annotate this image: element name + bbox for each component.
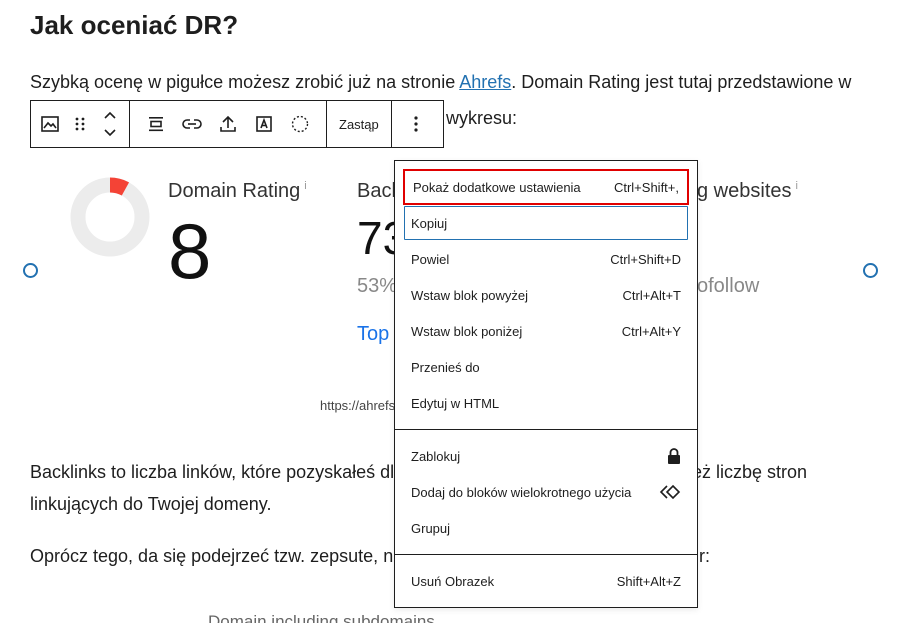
info-icon: i	[795, 180, 798, 193]
reusable-block-icon	[659, 484, 681, 500]
domain-rating-value: 8	[168, 207, 212, 295]
menu-item-shortcut: Shift+Alt+Z	[616, 573, 681, 589]
menu-item-duplicate[interactable]: Powiel Ctrl+Shift+D	[395, 241, 697, 277]
menu-section-remove: Usuń Obrazek Shift+Alt+Z	[395, 555, 697, 607]
referring-websites-label: g websites i	[697, 180, 798, 203]
align-icon[interactable]	[138, 101, 174, 147]
domain-rating-donut	[70, 177, 150, 257]
menu-section-main: Pokaż dodatkowe ustawienia Ctrl+Shift+, …	[395, 161, 697, 430]
upload-icon[interactable]	[210, 101, 246, 147]
menu-item-label: Zablokuj	[411, 448, 461, 464]
menu-item-shortcut: Ctrl+Shift+,	[613, 179, 679, 195]
paragraph-3-right: r:	[699, 546, 710, 566]
menu-item-label: Usuń Obrazek	[411, 573, 495, 589]
image-2-caption: Domain including subdomains	[208, 612, 435, 623]
toolbar-group-block	[31, 101, 130, 147]
menu-item-label: Pokaż dodatkowe ustawienia	[413, 179, 581, 195]
menu-item-shortcut: Ctrl+Alt+T	[622, 287, 681, 303]
image-caption-url: https://ahrefs	[320, 398, 396, 413]
menu-item-add-reusable[interactable]: Dodaj do bloków wielokrotnego użycia	[395, 474, 697, 510]
menu-item-label: Dodaj do bloków wielokrotnego użycia	[411, 484, 632, 500]
top-link: Top	[357, 323, 390, 345]
menu-item-label: Przenieś do	[411, 359, 480, 375]
nofollow-text: ofollow	[697, 275, 760, 297]
menu-item-remove-image[interactable]: Usuń Obrazek Shift+Alt+Z	[395, 563, 697, 599]
donut-track	[70, 177, 150, 257]
menu-item-label: Wstaw blok powyżej	[411, 287, 529, 303]
resize-handle-right[interactable]	[863, 263, 878, 278]
menu-item-group[interactable]: Grupuj	[395, 510, 697, 546]
drag-handle-icon[interactable]	[65, 101, 95, 147]
menu-item-edit-html[interactable]: Edytuj w HTML	[395, 385, 697, 421]
paragraph-1: Szybką ocenę w pigułce możesz zrobić już…	[30, 72, 851, 93]
move-up-down-icon[interactable]	[95, 101, 125, 147]
toolbar-group-options	[392, 101, 440, 147]
toolbar-group-tools	[130, 101, 327, 147]
more-options-icon[interactable]	[392, 101, 440, 147]
menu-item-show-more-settings[interactable]: Pokaż dodatkowe ustawienia Ctrl+Shift+,	[403, 169, 689, 205]
menu-item-copy[interactable]: Kopiuj	[403, 205, 689, 241]
backlinks-percent: 53%	[357, 275, 398, 297]
paragraph-1-text-after: . Domain Rating jest tutaj przedstawione…	[511, 72, 852, 92]
link-icon[interactable]	[174, 101, 210, 147]
crop-circle-icon[interactable]	[282, 101, 318, 147]
resize-handle-left[interactable]	[23, 263, 38, 278]
lock-icon	[668, 448, 680, 464]
paragraph-2-right: eż liczbę stron	[692, 462, 808, 482]
page-heading: Jak oceniać DR?	[30, 10, 239, 40]
toolbar-group-replace: Zastąp	[327, 101, 392, 147]
menu-section-block-actions: Zablokuj Dodaj do bloków wielokrotnego u…	[395, 430, 697, 555]
menu-item-shortcut: Ctrl+Shift+D	[610, 251, 681, 267]
paragraph-3-left: Oprócz tego, da się podejrzeć tzw. zepsu…	[30, 546, 398, 566]
menu-item-label: Edytuj w HTML	[411, 395, 500, 411]
block-toolbar: Zastąp	[30, 100, 444, 148]
ahrefs-link[interactable]: Ahrefs	[459, 72, 511, 92]
donut-value-arc	[109, 177, 130, 196]
menu-item-insert-after[interactable]: Wstaw blok poniżej Ctrl+Alt+Y	[395, 313, 697, 349]
block-options-menu: Pokaż dodatkowe ustawienia Ctrl+Shift+, …	[394, 160, 698, 608]
menu-item-insert-before[interactable]: Wstaw blok powyżej Ctrl+Alt+T	[395, 277, 697, 313]
paragraph-1-text-before: Szybką ocenę w pigułce możesz zrobić już…	[30, 72, 460, 92]
menu-item-label: Wstaw blok poniżej	[411, 323, 523, 339]
image-block-icon[interactable]	[35, 101, 65, 147]
paragraph-2-left: Backlinks to liczba linków, które pozysk…	[30, 462, 395, 482]
domain-rating-label-text: Domain Rating	[168, 180, 301, 202]
menu-item-lock[interactable]: Zablokuj	[395, 438, 697, 474]
menu-item-shortcut: Ctrl+Alt+Y	[621, 323, 681, 339]
menu-item-label: Powiel	[411, 251, 450, 267]
menu-item-label: Kopiuj	[411, 215, 448, 231]
referring-websites-label-text: g websites	[697, 180, 792, 202]
menu-item-label: Grupuj	[411, 520, 451, 536]
text-overlay-icon[interactable]	[246, 101, 282, 147]
info-icon: i	[304, 180, 307, 193]
paragraph-2-line-2: linkujących do Twojej domeny.	[30, 494, 272, 514]
paragraph-1-line-2: wykresu:	[446, 108, 518, 128]
menu-item-move-to[interactable]: Przenieś do	[395, 349, 697, 385]
domain-rating-label: Domain Rating i	[168, 180, 307, 203]
replace-button[interactable]: Zastąp	[327, 101, 391, 147]
